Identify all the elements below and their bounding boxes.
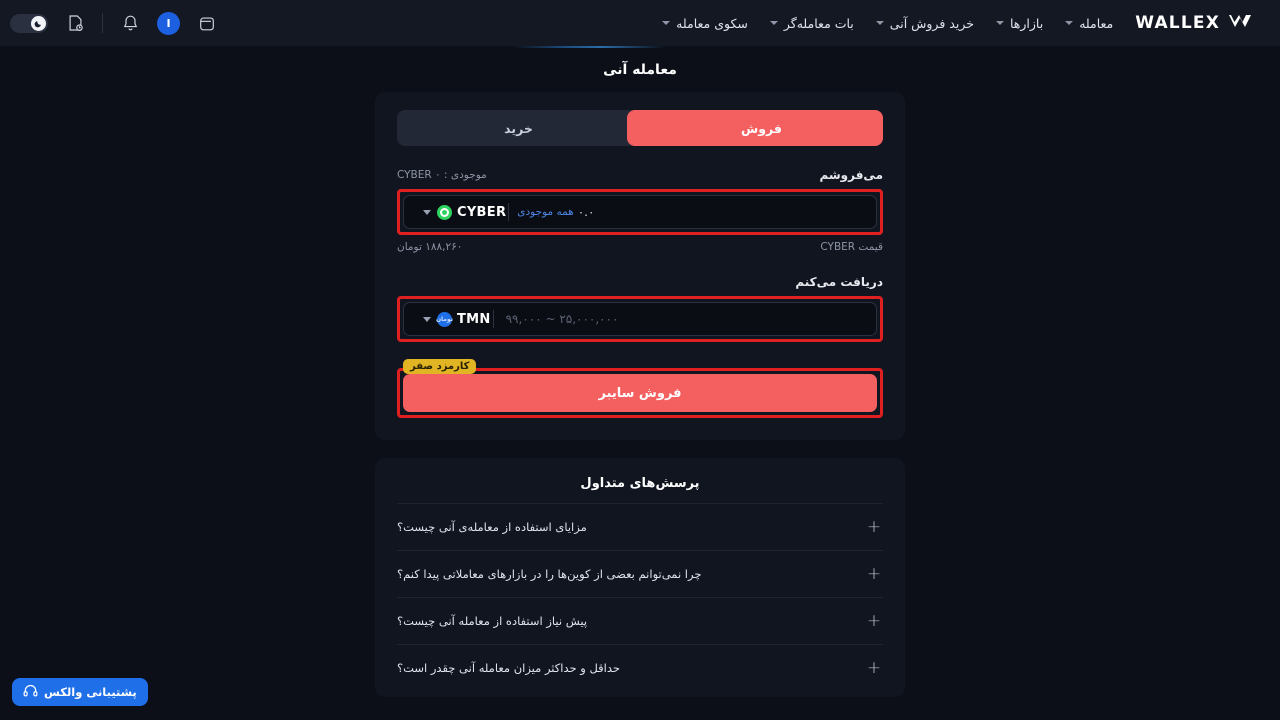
tab-sell[interactable]: فروش — [640, 110, 883, 146]
support-label: پشتیبانی والکس — [44, 685, 137, 699]
faq-card: پرسش‌های متداول مزایای استفاده از معامله… — [375, 458, 905, 697]
plus-icon[interactable]: + — [865, 518, 883, 536]
chevron-down-icon — [423, 209, 431, 215]
plus-icon[interactable]: + — [865, 659, 883, 677]
zero-fee-badge: کارمزد صفر — [403, 359, 477, 374]
nav-item-instant-trade-label: خرید فروش آنی — [889, 15, 974, 31]
sell-field-label: می‌فروشم — [819, 168, 883, 182]
receive-coin-selector[interactable]: تومان TMN — [414, 311, 491, 327]
page-progress-sliver — [0, 46, 1280, 48]
orders-history-button[interactable] — [62, 10, 88, 36]
sell-field-group: می‌فروشم موجودی : ۰ CYBER CYBER همه موجو… — [397, 168, 883, 253]
faq-title: پرسش‌های متداول — [580, 476, 700, 491]
receive-input-highlight: تومان TMN — [397, 296, 883, 342]
nav-item-instant-trade[interactable]: خرید فروش آنی — [875, 15, 974, 31]
headset-icon — [23, 683, 38, 702]
sell-input-highlight: CYBER همه موجودی — [397, 189, 883, 235]
chevron-down-icon — [875, 21, 884, 25]
receive-field-group: دریافت می‌کنم تومان TMN — [397, 275, 883, 342]
nav-item-trading-bot-label: بات معامله‌گر — [783, 15, 854, 31]
chevron-down-icon — [769, 21, 778, 25]
faq-item[interactable]: چرا نمی‌توانم بعضی از کوین‌ها را در بازا… — [397, 550, 883, 597]
tab-sell-label: فروش — [741, 120, 782, 136]
chevron-down-icon — [423, 316, 431, 322]
profile-initial: I — [166, 16, 171, 30]
buy-sell-switch: فروش خرید — [397, 110, 883, 146]
receive-field-header: دریافت می‌کنم — [397, 275, 883, 289]
tab-buy-label: خرید — [504, 120, 533, 136]
wallex-wordmark: WALLEX — [1135, 13, 1220, 33]
faq-item[interactable]: مزایای استفاده از معامله‌ی آنی چیست؟ + — [397, 503, 883, 550]
faq-question: مزایای استفاده از معامله‌ی آنی چیست؟ — [397, 520, 587, 534]
sell-submit-button[interactable]: فروش سایبر — [403, 374, 877, 412]
faq-question: حداقل و حداکثر میزان معامله آنی چقدر است… — [397, 661, 621, 675]
wallet-icon — [198, 15, 216, 32]
nav-divider — [102, 13, 103, 33]
nav-item-trading-platform-label: سکوی معامله — [676, 15, 748, 31]
profile-avatar[interactable]: I — [157, 11, 180, 35]
receive-amount-input[interactable] — [501, 312, 868, 326]
input-divider — [492, 310, 494, 328]
nav-item-trade[interactable]: معامله — [1065, 16, 1113, 31]
top-navigation-bar: WALLEX معامله بازارها خرید فروش آنی بات … — [0, 0, 1280, 46]
faq-item[interactable]: حداقل و حداکثر میزان معامله آنی چقدر است… — [397, 644, 883, 691]
plus-icon[interactable]: + — [865, 612, 883, 630]
submit-action-wrapper: فروش سایبر کارمزد صفر — [397, 359, 883, 418]
page-title: معامله آنی — [603, 62, 677, 78]
sell-coin-selector[interactable]: CYBER — [414, 204, 507, 220]
sell-price-label: قیمت CYBER — [820, 241, 883, 253]
instant-trade-card: فروش خرید می‌فروشم موجودی : ۰ CYBER CYBE… — [375, 92, 905, 440]
sell-input-row: CYBER همه موجودی — [403, 195, 877, 229]
nav-item-trading-bot[interactable]: بات معامله‌گر — [769, 15, 854, 31]
wallex-logo[interactable]: WALLEX — [1135, 13, 1262, 33]
nav-item-trading-platform[interactable]: سکوی معامله — [662, 16, 748, 31]
use-max-balance-link[interactable]: همه موجودی — [517, 206, 573, 218]
bell-icon — [122, 14, 139, 32]
toman-coin-icon: تومان — [436, 311, 453, 327]
faq-item[interactable]: پیش نیاز استفاده از معامله آنی چیست؟ + — [397, 597, 883, 644]
page-body: معامله آنی فروش خرید می‌فروشم موجودی : ۰… — [0, 46, 1280, 720]
cyber-coin-icon — [437, 204, 452, 220]
notifications-button[interactable] — [117, 10, 143, 36]
input-divider — [508, 203, 510, 221]
support-button[interactable]: پشتیبانی والکس — [12, 678, 148, 706]
tab-buy[interactable]: خرید — [397, 110, 640, 146]
chevron-down-icon — [1065, 21, 1074, 25]
nav-left-group: I — [10, 10, 220, 36]
chevron-down-icon — [995, 21, 1004, 25]
plus-icon[interactable]: + — [865, 565, 883, 583]
receive-coin-name: TMN — [457, 311, 491, 327]
sell-coin-name: CYBER — [457, 204, 507, 220]
receive-input-row: تومان TMN — [403, 302, 877, 336]
wallet-button[interactable] — [194, 10, 220, 36]
sell-balance-text: موجودی : ۰ CYBER — [397, 169, 487, 181]
faq-question: چرا نمی‌توانم بعضی از کوین‌ها را در بازا… — [397, 567, 702, 581]
sell-amount-input[interactable] — [573, 205, 868, 219]
document-clock-icon — [67, 14, 84, 32]
sell-price-row: قیمت CYBER ۱۸۸,۲۶۰ تومان — [397, 241, 883, 253]
nav-right-group: WALLEX معامله بازارها خرید فروش آنی بات … — [662, 13, 1266, 33]
nav-item-trade-label: معامله — [1079, 15, 1114, 31]
wallex-mark-icon — [1228, 13, 1262, 33]
receive-field-label: دریافت می‌کنم — [795, 275, 883, 289]
chevron-down-icon — [662, 21, 671, 25]
faq-question: پیش نیاز استفاده از معامله آنی چیست؟ — [397, 614, 588, 628]
sell-field-header: می‌فروشم موجودی : ۰ CYBER — [397, 168, 883, 182]
theme-toggle[interactable] — [10, 13, 48, 33]
nav-item-markets-label: بازارها — [1009, 15, 1044, 31]
sell-price-value: ۱۸۸,۲۶۰ تومان — [397, 241, 463, 253]
nav-item-markets[interactable]: بازارها — [995, 15, 1044, 31]
submit-button-highlight: فروش سایبر — [397, 368, 883, 418]
moon-icon — [31, 15, 46, 31]
